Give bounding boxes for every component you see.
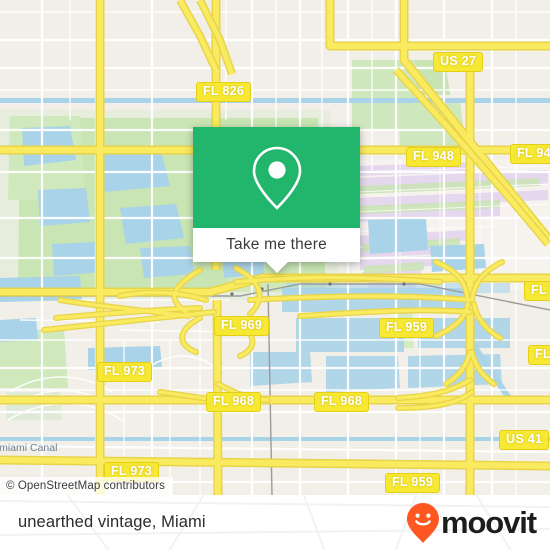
moovit-smiley-pin-icon	[406, 502, 439, 543]
shield-fl-9-right-upper: FL 9	[524, 281, 550, 302]
shield-fl-959: FL 959	[379, 318, 435, 339]
shield-fl-968-right: FL 968	[314, 392, 370, 413]
shield-fl-9-right-lower: FL 9	[528, 345, 550, 366]
map-pin-icon	[252, 146, 301, 210]
poi-card-pointer	[265, 262, 288, 273]
shield-fl-968-left: FL 968	[206, 392, 262, 413]
shield-fl-959-bottom: FL 959	[385, 473, 441, 494]
shield-fl-973: FL 973	[97, 362, 153, 383]
page-title: unearthed vintage, Miami	[18, 513, 206, 531]
map-canvas[interactable]: FL 826 US 27 FL 948 FL 948 FL 969 FL 959 FL 9 F…	[0, 0, 550, 495]
canal-label-tamiami: Tamiami Canal	[0, 442, 58, 454]
shield-fl-969: FL 969	[214, 316, 270, 337]
shield-us-41: US 41	[499, 430, 550, 451]
take-me-there-label: Take me there	[226, 236, 327, 253]
shield-fl-948-right: FL 948	[510, 144, 550, 165]
poi-popup-card[interactable]: Take me there	[193, 127, 360, 273]
osm-attribution[interactable]: © OpenStreetMap contributors	[0, 477, 173, 495]
shield-fl-948-left: FL 948	[406, 147, 462, 168]
poi-card-image-panel	[193, 127, 360, 228]
shield-fl-826: FL 826	[196, 82, 252, 103]
moovit-logo[interactable]: moovit	[406, 502, 537, 544]
footer-bar: unearthed vintage, Miami moovit	[0, 495, 550, 550]
moovit-wordmark: moovit	[440, 505, 537, 540]
shield-us-27: US 27	[433, 52, 484, 73]
poi-card-action-panel[interactable]: Take me there	[193, 228, 360, 273]
